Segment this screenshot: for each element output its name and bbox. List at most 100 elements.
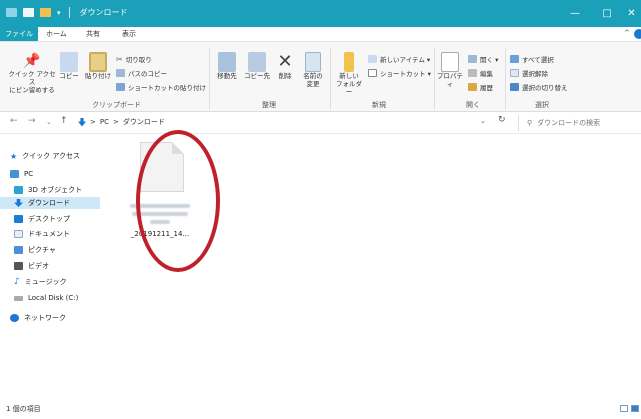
refresh-icon[interactable]: ↻ [498, 115, 506, 125]
history-icon [468, 83, 477, 91]
new-item-icon [368, 55, 377, 63]
details-view-icon[interactable] [620, 405, 628, 412]
cube-icon [14, 186, 23, 194]
sidebar-item-3d-objects[interactable]: 3D オブジェクト [14, 184, 82, 196]
select-all-button[interactable]: すべて選択 [510, 54, 554, 64]
copy-button[interactable]: コピー [58, 52, 80, 80]
history-button[interactable]: 履歴 [468, 82, 493, 92]
select-none-icon [510, 69, 519, 77]
up-arrow-icon[interactable]: ↑ [60, 116, 68, 126]
group-label-open: 開く [466, 101, 480, 109]
paste-icon [89, 52, 107, 72]
ribbon-separator [505, 48, 506, 110]
search-placeholder: ダウンロードの検索 [537, 119, 601, 127]
sidebar-item-pc[interactable]: PC [10, 168, 33, 180]
tab-view[interactable]: 表示 [122, 29, 136, 39]
window-title: ダウンロード [79, 8, 128, 17]
video-icon [14, 262, 23, 270]
download-icon [78, 117, 86, 127]
close-button[interactable]: ✕ [622, 0, 641, 27]
sidebar-item-desktop[interactable]: デスクトップ [14, 213, 70, 225]
search-icon: ⚲ [527, 119, 533, 127]
document-icon [14, 230, 23, 238]
folder-icon [344, 52, 354, 72]
quick-access-toolbar: ▾ ダウンロード [6, 7, 128, 18]
qat-dropdown-icon[interactable]: ▾ [57, 9, 61, 17]
group-label-new: 新規 [372, 101, 386, 109]
tab-share[interactable]: 共有 [86, 29, 100, 39]
edit-icon [468, 69, 477, 77]
new-folder-button[interactable]: 新しい フォルダー [334, 52, 364, 96]
large-icons-view-icon[interactable] [631, 405, 639, 412]
invert-selection-icon [510, 83, 519, 91]
cut-button[interactable]: ✂ 切り取り [116, 54, 152, 65]
edit-button[interactable]: 編集 [468, 68, 493, 78]
new-item-button[interactable]: 新しいアイテム ▾ [368, 54, 430, 64]
select-none-button[interactable]: 選択解除 [510, 68, 548, 78]
star-icon: ★ [10, 151, 18, 161]
download-icon [14, 199, 23, 207]
qat-separator [68, 7, 70, 18]
breadcrumb-downloads[interactable]: ダウンロード [123, 117, 165, 127]
breadcrumb-pc[interactable]: PC [100, 118, 109, 126]
minimize-button[interactable]: — [558, 0, 592, 27]
open-icon [468, 55, 477, 63]
tab-file[interactable]: ファイル [0, 27, 38, 41]
picture-icon [14, 246, 23, 254]
properties-check-icon[interactable] [23, 8, 34, 17]
maximize-button[interactable]: □ [590, 0, 624, 27]
status-bar: 1 個の項目 [0, 396, 641, 419]
app-icon [6, 8, 17, 17]
back-arrow-icon[interactable]: ← [10, 116, 18, 126]
sidebar-item-local-disk[interactable]: Local Disk (C:) [14, 292, 78, 304]
group-label-clipboard: クリップボード [92, 101, 141, 109]
navigation-pane: ★ クイック アクセス PC 3D オブジェクト ダウンロード デスクトップ ド… [0, 134, 100, 396]
tab-home[interactable]: ホーム [46, 29, 67, 39]
ribbon-collapse-icon[interactable]: ^ [624, 29, 630, 37]
group-label-select: 選択 [535, 101, 549, 109]
new-folder-icon[interactable] [40, 8, 51, 17]
delete-button[interactable]: ✕ 削除 [274, 52, 296, 81]
forward-arrow-icon[interactable]: → [28, 116, 36, 126]
sidebar-item-videos[interactable]: ビデオ [14, 260, 49, 272]
properties-button[interactable]: プロパティ [436, 52, 464, 88]
group-label-organize: 整理 [262, 101, 276, 109]
open-button[interactable]: 開く ▾ [468, 54, 498, 64]
properties-check-icon [441, 52, 459, 72]
rename-icon [305, 52, 321, 72]
paste-button[interactable]: 貼り付け [84, 52, 112, 80]
breadcrumb[interactable]: > PC > ダウンロード [78, 117, 165, 127]
rename-button[interactable]: 名前の 変更 [300, 52, 326, 88]
ribbon-tabs: ファイル ホーム 共有 表示 ^ [0, 27, 641, 41]
sidebar-item-pictures[interactable]: ピクチャ [14, 244, 56, 256]
file-list: _20191211_14... [100, 130, 641, 396]
pin-quick-access-button[interactable]: 📌 クイック アクセス にピン留めする [8, 52, 56, 94]
sidebar-item-quick-access[interactable]: ★ クイック アクセス [10, 150, 80, 162]
copy-to-button[interactable]: コピー先 [244, 52, 270, 80]
copy-icon [60, 52, 78, 72]
ribbon-separator [434, 48, 435, 110]
copy-path-button[interactable]: パスのコピー [116, 68, 167, 78]
recent-chevron-down-icon[interactable]: ⌄ [46, 118, 52, 126]
pc-icon [10, 170, 19, 178]
help-icon[interactable] [634, 29, 641, 39]
sidebar-item-music[interactable]: ♪ ミュージック [14, 276, 67, 288]
disk-icon [14, 295, 23, 301]
address-history-chevron-icon[interactable]: ⌄ [480, 117, 486, 125]
file-item[interactable]: _20191211_14... [120, 130, 220, 272]
shortcut-icon [368, 69, 377, 77]
ribbon-separator [209, 48, 210, 110]
paste-shortcut-button[interactable]: ショートカットの貼り付け [116, 82, 206, 92]
highlight-circle [136, 130, 220, 272]
sidebar-item-documents[interactable]: ドキュメント [14, 228, 70, 240]
sidebar-item-downloads[interactable]: ダウンロード [0, 197, 100, 209]
music-icon: ♪ [14, 277, 20, 287]
move-to-button[interactable]: 移動先 [214, 52, 240, 80]
invert-selection-button[interactable]: 選択の切り替え [510, 82, 568, 92]
shortcut-button[interactable]: ショートカット ▾ [368, 68, 431, 78]
sidebar-item-network[interactable]: ネットワーク [10, 312, 66, 324]
search-input[interactable]: ⚲ ダウンロードの検索 [518, 115, 641, 131]
desktop-icon [14, 215, 23, 223]
copy-to-icon [248, 52, 266, 72]
select-all-icon [510, 55, 519, 63]
